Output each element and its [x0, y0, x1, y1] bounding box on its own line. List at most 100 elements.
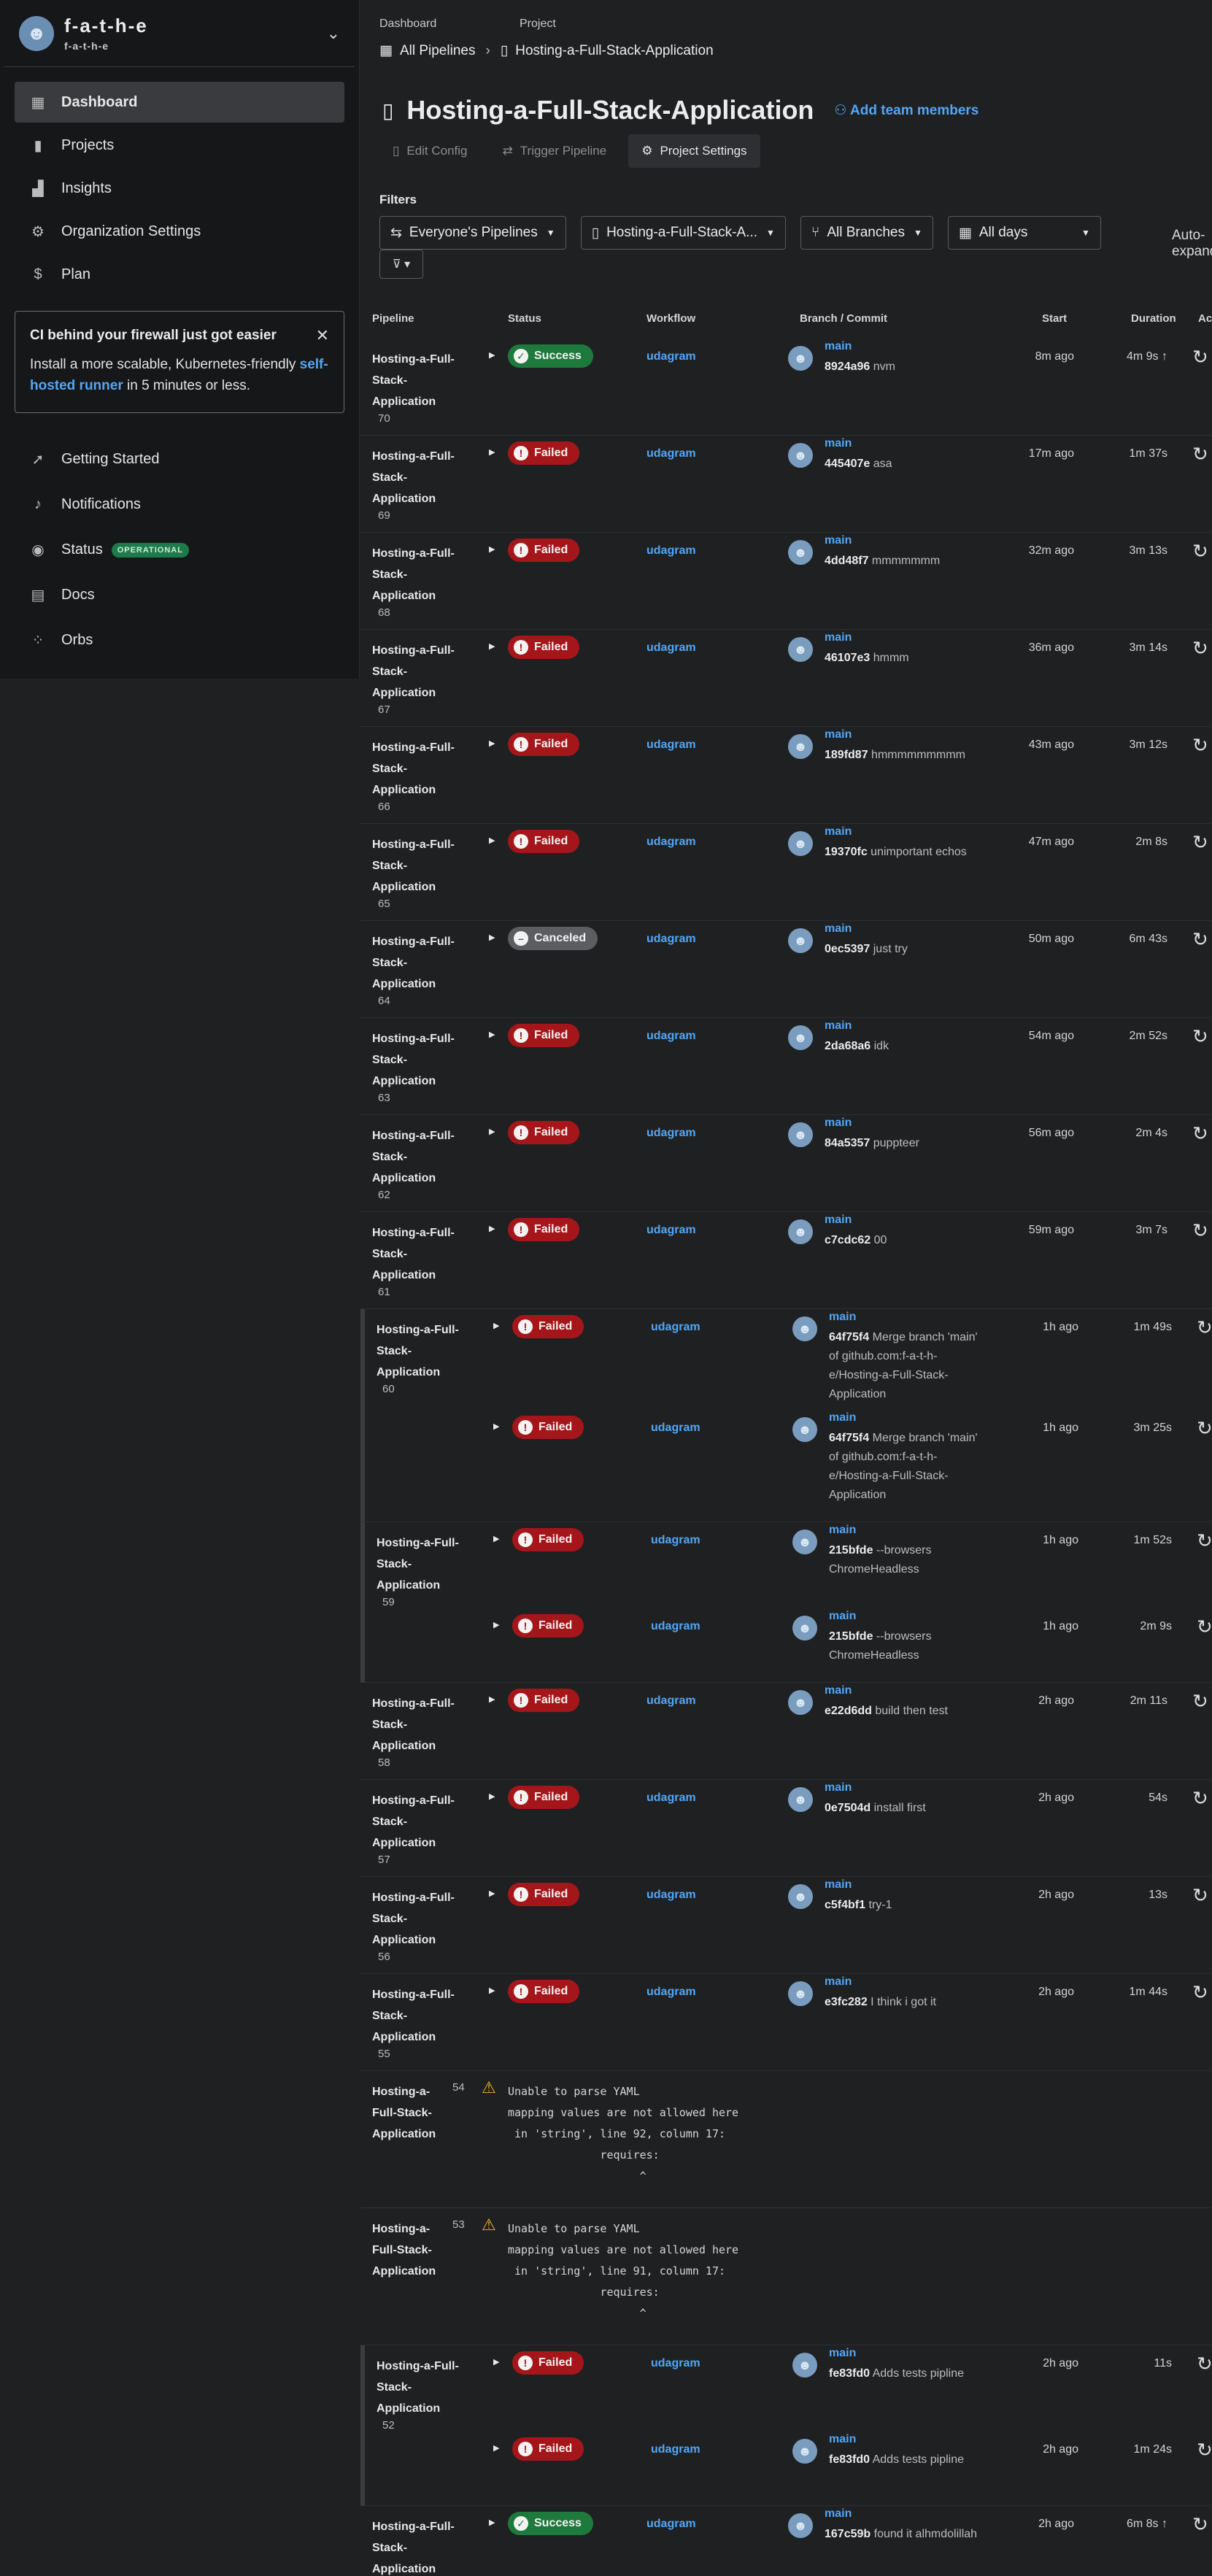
commit-sha[interactable]: c5f4bf1	[825, 1899, 865, 1911]
workflow-link[interactable]: udagram	[646, 1694, 696, 1708]
expand-caret-icon[interactable]: ▶	[489, 1030, 495, 1039]
sidebar-item-organization-settings[interactable]: ⚙ Organization Settings	[15, 211, 344, 252]
sidebar-item-insights[interactable]: ▟ Insights	[15, 168, 344, 209]
project-settings-button[interactable]: ⚙ Project Settings	[628, 134, 760, 168]
rerun-icon[interactable]: ↻	[1192, 831, 1208, 854]
workflow-link[interactable]: udagram	[651, 1321, 700, 1334]
pipeline-name[interactable]: Hosting-a-Full-Stack-Application	[372, 2218, 445, 2282]
expand-caret-icon[interactable]: ▶	[489, 836, 495, 845]
workflow-link[interactable]: udagram	[646, 739, 696, 752]
workflow-link[interactable]: udagram	[651, 2357, 700, 2370]
rerun-icon[interactable]: ↻	[1192, 1219, 1208, 1242]
edit-config-button[interactable]: ▯ Edit Config	[379, 134, 481, 168]
expand-caret-icon[interactable]: ▶	[489, 739, 495, 748]
expand-caret-icon[interactable]: ▶	[489, 544, 495, 554]
status-badge[interactable]: ✓ Success	[508, 2512, 593, 2535]
branch-link[interactable]: main	[825, 1878, 852, 1891]
workflow-link[interactable]: udagram	[646, 2518, 696, 2531]
rerun-icon[interactable]: ↻	[1197, 2353, 1212, 2375]
workflow-link[interactable]: udagram	[646, 1127, 696, 1140]
add-team-members-link[interactable]: ⚇ Add team members	[834, 102, 979, 119]
workflow-link[interactable]: udagram	[651, 1534, 700, 1547]
commit-sha[interactable]: 0ec5397	[825, 943, 870, 955]
org-switcher[interactable]: ☻ f-a-t-h-e f-a-t-h-e ⌄	[4, 0, 355, 67]
branch-link[interactable]: main	[829, 1524, 856, 1537]
branch-link[interactable]: main	[829, 2347, 856, 2360]
branch-link[interactable]: main	[829, 2433, 856, 2446]
branch-link[interactable]: main	[825, 437, 852, 450]
commit-sha[interactable]: e3fc282	[825, 1996, 868, 2008]
expand-caret-icon[interactable]: ▶	[489, 933, 495, 942]
expand-caret-icon[interactable]: ▶	[489, 447, 495, 457]
workflow-link[interactable]: udagram	[651, 1620, 700, 1633]
commit-sha[interactable]: 215bfde	[829, 1544, 873, 1557]
workflow-link[interactable]: udagram	[646, 641, 696, 655]
branch-link[interactable]: main	[825, 1019, 852, 1033]
rerun-icon[interactable]: ↻	[1197, 1417, 1212, 1440]
trigger-pipeline-button[interactable]: ⇄ Trigger Pipeline	[490, 134, 620, 168]
days-filter[interactable]: ▦ All days ▼	[947, 216, 1101, 250]
branch-link[interactable]: main	[825, 825, 852, 838]
sidebar-item-plan[interactable]: $ Plan	[15, 254, 344, 295]
chevron-down-icon[interactable]: ⌄	[327, 24, 340, 43]
commit-sha[interactable]: fe83fd0	[829, 2453, 870, 2466]
expand-caret-icon[interactable]: ▶	[489, 641, 495, 651]
branch-link[interactable]: main	[825, 631, 852, 644]
status-badge[interactable]: ! Failed	[512, 1528, 584, 1551]
rerun-icon[interactable]: ↻	[1192, 540, 1208, 563]
sidebar-item-notifications[interactable]: ♪ Notifications	[15, 483, 344, 526]
expand-caret-icon[interactable]: ▶	[489, 1889, 495, 1898]
expand-caret-icon[interactable]: ▶	[493, 1534, 499, 1543]
status-badge[interactable]: ! Failed	[508, 1218, 580, 1241]
commit-sha[interactable]: 84a5357	[825, 1137, 870, 1149]
commit-sha[interactable]: 215bfde	[829, 1630, 873, 1643]
commit-sha[interactable]: 445407e	[825, 458, 870, 470]
sidebar-item-docs[interactable]: ▤ Docs	[15, 574, 344, 617]
breadcrumb-all-pipelines[interactable]: All Pipelines	[400, 43, 476, 59]
expand-caret-icon[interactable]: ▶	[489, 1792, 495, 1801]
branch-link[interactable]: main	[825, 1214, 852, 1227]
status-badge[interactable]: ! Failed	[508, 733, 580, 756]
branch-link[interactable]: main	[829, 1610, 856, 1623]
branch-link[interactable]: main	[825, 340, 852, 353]
pipelines-filter[interactable]: ⇆ Everyone's Pipelines ▼	[379, 216, 566, 250]
status-badge[interactable]: ! Failed	[508, 1689, 580, 1712]
workflow-link[interactable]: udagram	[646, 350, 696, 363]
rerun-icon[interactable]: ↻	[1192, 346, 1208, 369]
status-badge[interactable]: ✓ Success	[508, 344, 593, 368]
expand-caret-icon[interactable]: ▶	[489, 1694, 495, 1704]
workflow-link[interactable]: udagram	[646, 933, 696, 946]
expand-caret-icon[interactable]: ▶	[489, 2518, 495, 2527]
status-badge[interactable]: ! Failed	[508, 1786, 580, 1809]
status-badge[interactable]: ! Failed	[512, 2351, 584, 2375]
rerun-icon[interactable]: ↻	[1192, 637, 1208, 660]
sidebar-item-projects[interactable]: ▮ Projects	[15, 125, 344, 166]
rerun-icon[interactable]: ↻	[1192, 1884, 1208, 1907]
branch-link[interactable]: main	[825, 1117, 852, 1130]
rerun-icon[interactable]: ↻	[1192, 1787, 1208, 1810]
commit-sha[interactable]: fe83fd0	[829, 2367, 870, 2380]
workflow-link[interactable]: udagram	[646, 1030, 696, 1043]
commit-sha[interactable]: 2da68a6	[825, 1040, 871, 1052]
branch-link[interactable]: main	[825, 728, 852, 741]
rerun-icon[interactable]: ↻	[1192, 1025, 1208, 1048]
sidebar-item-dashboard[interactable]: ▦ Dashboard	[15, 82, 344, 123]
status-badge[interactable]: ! Failed	[508, 830, 580, 853]
workflow-link[interactable]: udagram	[646, 447, 696, 460]
commit-sha[interactable]: 64f75f4	[829, 1331, 869, 1343]
sidebar-item-status[interactable]: ◉ Status OPERATIONAL	[15, 528, 344, 571]
rerun-icon[interactable]: ↻	[1192, 1690, 1208, 1713]
commit-sha[interactable]: 46107e3	[825, 652, 870, 664]
status-badge[interactable]: ! Failed	[512, 1416, 584, 1439]
branch-link[interactable]: main	[825, 2507, 852, 2521]
rerun-icon[interactable]: ↻	[1192, 2513, 1208, 2536]
rerun-icon[interactable]: ↻	[1192, 928, 1208, 951]
rerun-icon[interactable]: ↻	[1197, 1530, 1212, 1552]
rerun-icon[interactable]: ↻	[1192, 1981, 1208, 2004]
commit-sha[interactable]: 64f75f4	[829, 1432, 869, 1444]
status-badge[interactable]: ! Failed	[512, 1315, 584, 1338]
branch-link[interactable]: main	[829, 1311, 856, 1324]
filter-funnel-button[interactable]: ⊽ ▾	[379, 250, 423, 279]
status-badge[interactable]: ! Failed	[508, 1024, 580, 1047]
sidebar-item-orbs[interactable]: ⁘ Orbs	[15, 619, 344, 662]
